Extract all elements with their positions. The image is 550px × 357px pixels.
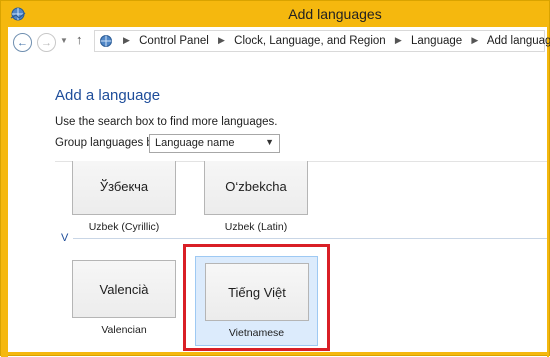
group-by-label: Group languages by: [55,137,162,149]
breadcrumb-language[interactable]: Language [411,35,462,47]
breadcrumb-control-panel[interactable]: Control Panel [139,35,209,47]
up-arrow-icon: ↑ [76,32,83,47]
search-hint-text: Use the search box to find more language… [55,116,278,128]
chevron-down-icon: ▼ [265,137,274,147]
language-english-name: Valencian [101,324,147,336]
language-english-name: Uzbek (Cyrillic) [88,221,160,233]
main-content: Add a language Use the search box to fin… [8,55,547,355]
control-panel-globe-icon [100,35,112,47]
language-native-name-box[interactable]: O‘zbekcha [204,161,308,215]
group-header-letter: V [61,232,69,244]
breadcrumb-separator-icon[interactable]: ▶ [123,35,130,45]
chevron-down-icon: ▼ [60,36,68,45]
breadcrumb: ▶ Control Panel ▶ Clock, Language, and R… [117,35,550,47]
navigation-bar: ← → ▼ ↑ ▶ Control Panel ▶ Clock, Languag… [8,27,550,55]
back-arrow-icon: ← [17,36,28,49]
language-tile-uzbek-latin[interactable]: O‘zbekcha Uzbek (Latin) [204,161,308,233]
language-native-name-box[interactable]: Valencià [72,260,176,318]
language-english-name: Uzbek (Latin) [224,221,288,233]
breadcrumb-separator-icon[interactable]: ▶ [218,35,225,45]
window-title: Add languages [288,6,382,22]
title-bar[interactable]: Add languages [1,1,549,27]
language-native-name: Ўзбекча [99,178,149,194]
recent-locations-button[interactable]: ▼ [60,36,68,45]
language-tile-valencian[interactable]: Valencià Valencian [72,260,176,336]
language-tile-uzbek-cyrillic[interactable]: Ўзбекча Uzbek (Cyrillic) [72,161,176,233]
frame-bottom-border [1,352,549,355]
breadcrumb-add-languages[interactable]: Add languages [487,35,550,47]
group-by-selected-value: Language name [155,137,235,149]
breadcrumb-clock-language-region[interactable]: Clock, Language, and Region [234,35,386,47]
address-bar[interactable]: ▶ Control Panel ▶ Clock, Language, and R… [94,30,550,52]
breadcrumb-separator-icon[interactable]: ▶ [395,35,402,45]
page-title: Add a language [55,87,161,104]
language-native-name: O‘zbekcha [225,178,287,194]
language-native-name: Valencià [99,281,149,297]
language-native-name-box[interactable]: Ўзбекча [72,161,176,215]
frame-left-border [1,27,8,357]
selection-highlight-annotation [183,244,330,351]
forward-button[interactable]: → [37,33,56,52]
language-list: Ўзбекча Uzbek (Cyrillic) O‘zbekcha Uzbek… [55,161,547,355]
window-frame: Add languages ← → ▼ ↑ ▶ Control Panel ▶ … [0,0,550,357]
up-button[interactable]: ↑ [76,32,83,47]
back-button[interactable]: ← [13,33,32,52]
breadcrumb-separator-icon[interactable]: ▶ [471,35,478,45]
group-by-dropdown[interactable]: Language name ▼ [149,134,280,153]
forward-arrow-icon: → [41,36,52,49]
group-header-line [73,238,547,239]
frame-right-border [547,27,549,357]
